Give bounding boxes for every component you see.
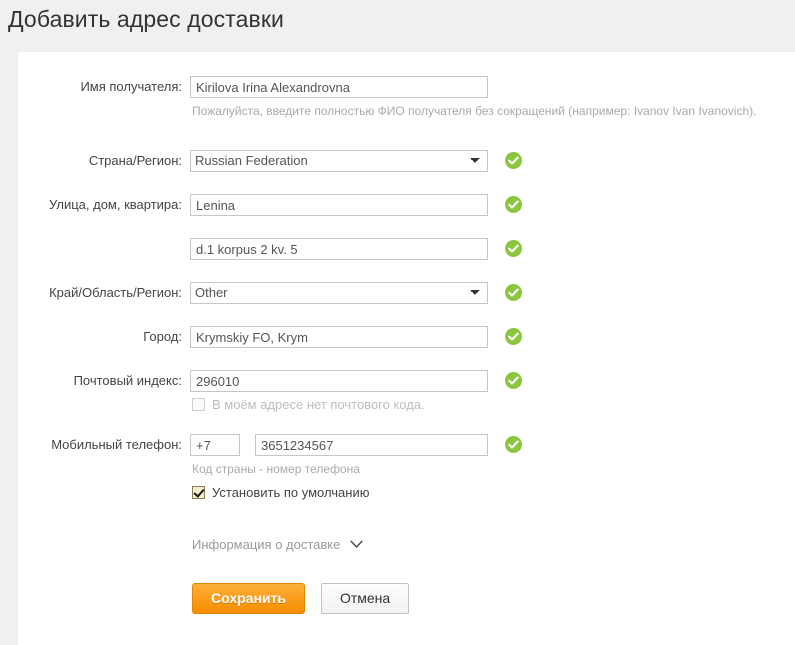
- form-actions: Сохранить Отмена: [192, 583, 410, 614]
- save-button[interactable]: Сохранить: [192, 583, 305, 614]
- city-label: Город:: [143, 329, 182, 344]
- street-line2-valid-icon: [505, 240, 522, 257]
- street-valid-icon: [505, 196, 522, 213]
- phone-number-input[interactable]: [255, 434, 488, 456]
- set-default-checkbox-label: Установить по умолчанию: [212, 485, 370, 500]
- zip-input[interactable]: [190, 370, 488, 392]
- recipient-name-hint: Пожалуйста, введите полностью ФИО получа…: [192, 104, 757, 118]
- cancel-button[interactable]: Отмена: [320, 583, 410, 614]
- region-valid-icon: [505, 284, 522, 301]
- recipient-name-input[interactable]: [190, 76, 488, 98]
- phone-country-code-input[interactable]: [190, 434, 240, 456]
- no-zip-checkbox[interactable]: [192, 398, 205, 411]
- page-title: Добавить адрес доставки: [8, 6, 284, 32]
- shipping-info-toggle[interactable]: Информация о доставке: [192, 537, 363, 552]
- street-label: Улица, дом, квартира:: [48, 197, 182, 212]
- country-label: Страна/Регион:: [88, 153, 182, 168]
- no-zip-checkbox-label: В моём адресе нет почтового кода.: [212, 397, 425, 412]
- set-default-checkbox-row[interactable]: Установить по умолчанию: [192, 485, 369, 500]
- country-valid-icon: [505, 152, 522, 169]
- region-select[interactable]: Other: [190, 282, 488, 304]
- recipient-name-label: Имя получателя:: [80, 79, 182, 94]
- phone-label: Мобильный телефон:: [51, 437, 182, 452]
- set-default-checkbox[interactable]: [192, 486, 205, 499]
- zip-label: Почтовый индекс:: [73, 373, 182, 388]
- zip-valid-icon: [505, 372, 522, 389]
- street-input[interactable]: [190, 194, 488, 216]
- city-input[interactable]: [190, 326, 488, 348]
- chevron-down-icon: [350, 540, 363, 548]
- country-select[interactable]: Russian Federation: [190, 150, 488, 172]
- street-line2-input[interactable]: [190, 238, 488, 260]
- city-valid-icon: [505, 328, 522, 345]
- phone-hint: Код страны - номер телефона: [192, 462, 360, 476]
- no-zip-checkbox-row[interactable]: В моём адресе нет почтового кода.: [192, 397, 425, 412]
- shipping-info-label: Информация о доставке: [192, 537, 341, 552]
- phone-valid-icon: [505, 436, 522, 453]
- address-form-card: Имя получателя: Пожалуйста, введите полн…: [18, 52, 795, 645]
- region-label: Край/Область/Регион:: [49, 285, 182, 300]
